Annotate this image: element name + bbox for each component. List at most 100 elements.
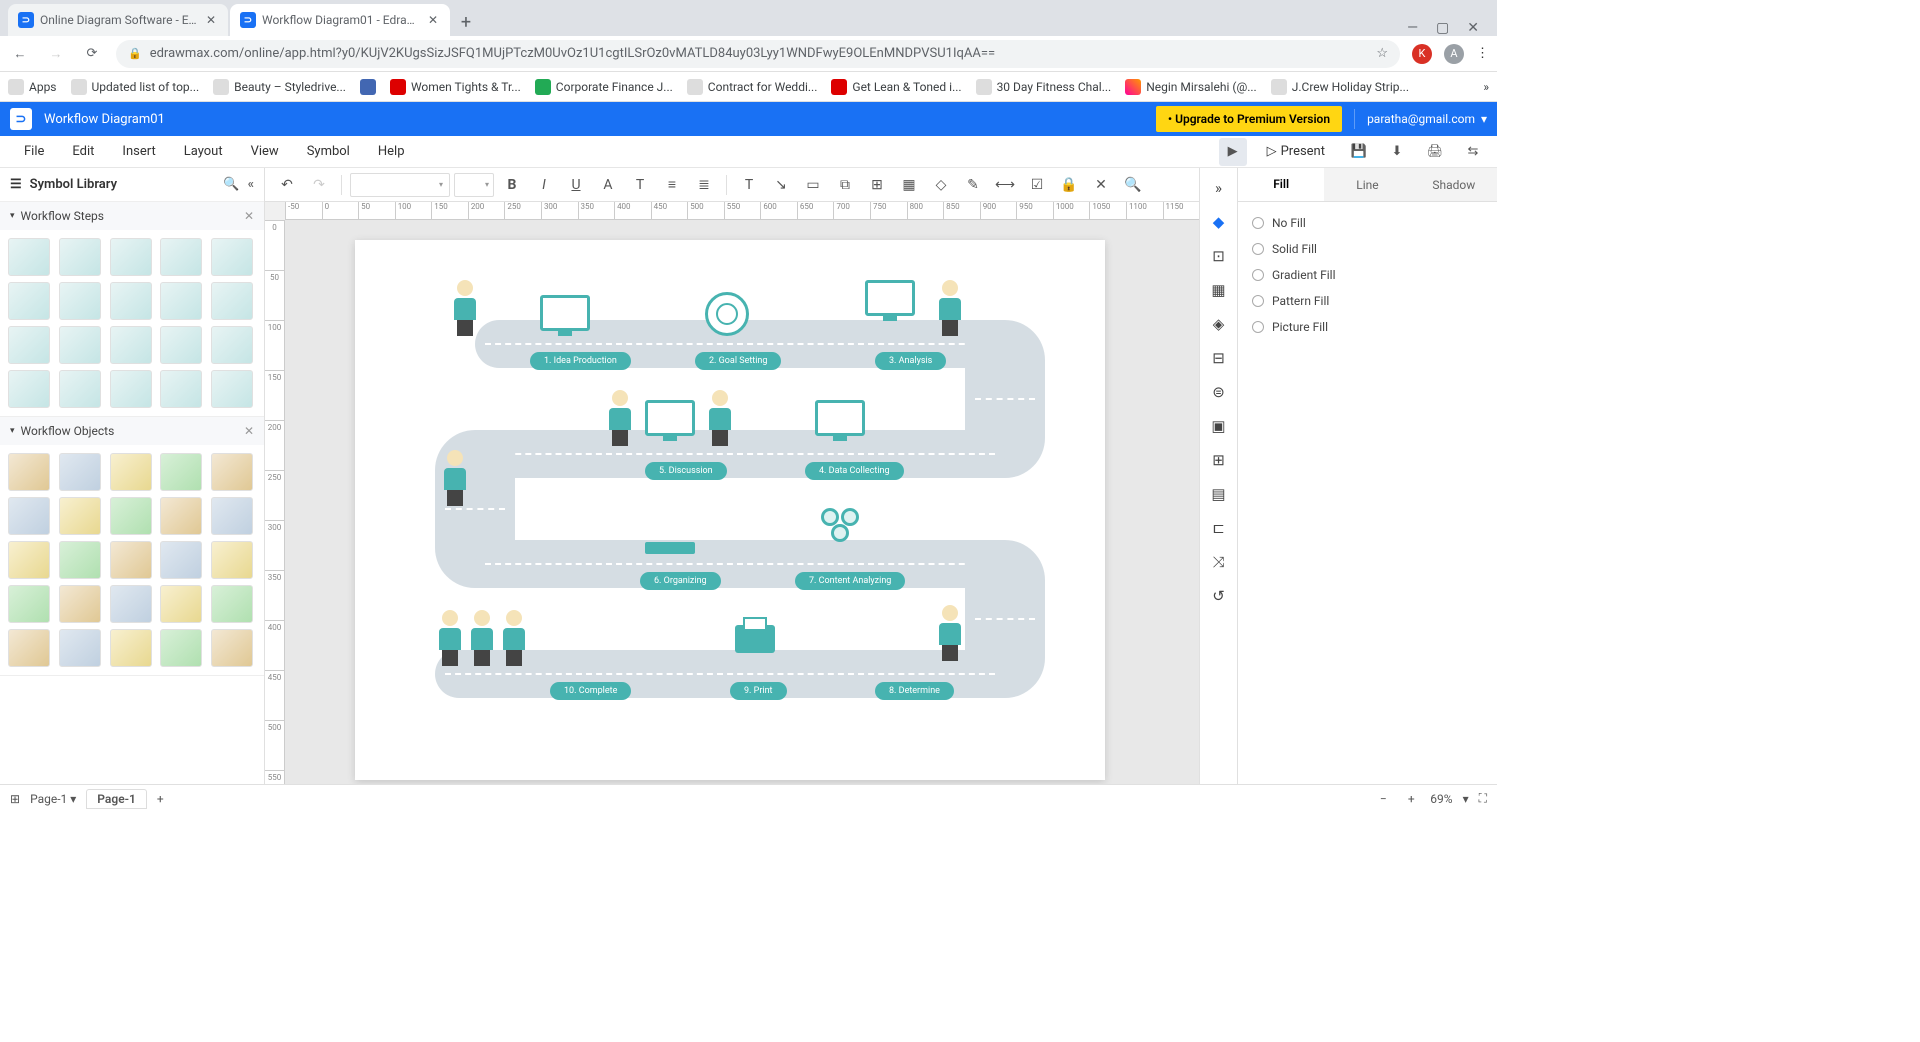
- library-shape[interactable]: [160, 629, 202, 667]
- italic-icon[interactable]: I: [530, 171, 558, 199]
- profile-avatar[interactable]: A: [1444, 44, 1464, 64]
- step-label[interactable]: 7. Content Analyzing: [795, 572, 905, 590]
- line-spacing-icon[interactable]: ≣: [690, 171, 718, 199]
- reload-icon[interactable]: ⟳: [80, 42, 104, 66]
- data-icon[interactable]: ⊜: [1205, 378, 1233, 406]
- checkbox-icon[interactable]: ☑: [1023, 171, 1051, 199]
- library-shape[interactable]: [110, 370, 152, 408]
- history-icon[interactable]: ↺: [1205, 582, 1233, 610]
- library-shape[interactable]: [59, 497, 101, 535]
- fill-icon[interactable]: ◇: [927, 171, 955, 199]
- browser-tab[interactable]: ⊃ Workflow Diagram01 - Edraw M... ✕: [230, 4, 450, 36]
- step-label[interactable]: 9. Print: [730, 682, 787, 700]
- undo-icon[interactable]: ↶: [273, 171, 301, 199]
- menu-symbol[interactable]: Symbol: [293, 144, 364, 159]
- chart-monitor-icon[interactable]: [865, 280, 915, 316]
- tab-fill[interactable]: Fill: [1238, 168, 1324, 201]
- search-icon[interactable]: 🔍: [223, 177, 239, 192]
- road-segment[interactable]: [475, 430, 1005, 478]
- table-icon[interactable]: ▤: [1205, 480, 1233, 508]
- arrow-style-icon[interactable]: ⟷: [991, 171, 1019, 199]
- browser-menu-icon[interactable]: ⋮: [1476, 46, 1489, 61]
- library-shape[interactable]: [8, 453, 50, 491]
- bookmark-item[interactable]: Beauty – Styledrive...: [213, 79, 346, 95]
- page-list-icon[interactable]: ⊞: [10, 792, 20, 806]
- library-shape[interactable]: [160, 238, 202, 276]
- library-shape[interactable]: [59, 541, 101, 579]
- library-section-header[interactable]: ▾ Workflow Steps ✕: [0, 202, 264, 230]
- user-menu[interactable]: paratha@gmail.com▾: [1367, 112, 1487, 126]
- bookmark-star-icon[interactable]: ☆: [1376, 46, 1388, 61]
- person-icon[interactable]: [435, 610, 465, 665]
- step-label[interactable]: 1. Idea Production: [530, 352, 631, 370]
- library-shape[interactable]: [160, 585, 202, 623]
- bookmark-item[interactable]: Corporate Finance J...: [535, 79, 673, 95]
- fill-option-solid[interactable]: Solid Fill: [1252, 242, 1483, 256]
- collapse-sidebar-icon[interactable]: «: [248, 177, 254, 192]
- fill-option-gradient[interactable]: Gradient Fill: [1252, 268, 1483, 282]
- add-page-button[interactable]: +: [157, 792, 164, 806]
- document-title[interactable]: Workflow Diagram01: [44, 112, 165, 127]
- menu-edit[interactable]: Edit: [58, 144, 108, 159]
- tab-line[interactable]: Line: [1324, 168, 1410, 201]
- lock-icon[interactable]: 🔒: [1055, 171, 1083, 199]
- library-shape[interactable]: [8, 238, 50, 276]
- align-icon[interactable]: ⊞: [863, 171, 891, 199]
- step-label[interactable]: 6. Organizing: [640, 572, 721, 590]
- person-icon[interactable]: [705, 390, 735, 445]
- gears-icon[interactable]: [815, 508, 865, 544]
- library-shape[interactable]: [110, 585, 152, 623]
- library-shape[interactable]: [160, 541, 202, 579]
- grid-tool-icon[interactable]: ▦: [1205, 276, 1233, 304]
- library-shape[interactable]: [110, 497, 152, 535]
- menu-layout[interactable]: Layout: [170, 144, 237, 159]
- library-shape[interactable]: [211, 238, 253, 276]
- library-shape[interactable]: [110, 629, 152, 667]
- monitor-icon[interactable]: [540, 295, 590, 331]
- maximize-icon[interactable]: ▢: [1436, 20, 1449, 36]
- bold-icon[interactable]: B: [498, 171, 526, 199]
- underline-icon[interactable]: U: [562, 171, 590, 199]
- library-shape[interactable]: [59, 282, 101, 320]
- image-tool-icon[interactable]: ⊡: [1205, 242, 1233, 270]
- library-shape[interactable]: [59, 370, 101, 408]
- redo-icon[interactable]: ↷: [305, 171, 333, 199]
- align-left-icon[interactable]: ≡: [658, 171, 686, 199]
- library-shape[interactable]: [110, 282, 152, 320]
- library-shape[interactable]: [110, 541, 152, 579]
- bookmark-item[interactable]: Contract for Weddi...: [687, 79, 818, 95]
- fill-option-picture[interactable]: Picture Fill: [1252, 320, 1483, 334]
- shuffle-icon[interactable]: ⤨: [1205, 548, 1233, 576]
- library-shape[interactable]: [8, 497, 50, 535]
- library-shape[interactable]: [59, 585, 101, 623]
- bookmark-item[interactable]: Women Tights & Tr...: [390, 79, 521, 95]
- step-label[interactable]: 4. Data Collecting: [805, 462, 904, 480]
- picture-icon[interactable]: ▣: [1205, 412, 1233, 440]
- library-shape[interactable]: [59, 238, 101, 276]
- print-icon[interactable]: 🖨: [1421, 138, 1449, 166]
- ruler-icon[interactable]: ⊏: [1205, 514, 1233, 542]
- save-icon[interactable]: 💾: [1345, 138, 1373, 166]
- printer-icon[interactable]: [735, 625, 775, 653]
- expand-panel-icon[interactable]: »: [1205, 174, 1233, 202]
- library-shape[interactable]: [211, 326, 253, 364]
- text-box-icon[interactable]: T: [735, 171, 763, 199]
- library-section-header[interactable]: ▾ Workflow Objects ✕: [0, 417, 264, 445]
- font-color-icon[interactable]: A: [594, 171, 622, 199]
- connector-icon[interactable]: ↘: [767, 171, 795, 199]
- library-shape[interactable]: [8, 326, 50, 364]
- font-family-select[interactable]: ▾: [350, 173, 450, 197]
- monitor-icon[interactable]: [815, 400, 865, 436]
- zoom-in-button[interactable]: +: [1402, 792, 1420, 806]
- library-shape[interactable]: [160, 326, 202, 364]
- canvas-background[interactable]: 1. Idea Production 2. Goal Setting 3. An…: [285, 220, 1199, 784]
- library-shape[interactable]: [59, 453, 101, 491]
- library-shape[interactable]: [211, 453, 253, 491]
- menu-view[interactable]: View: [237, 144, 293, 159]
- library-shape[interactable]: [8, 282, 50, 320]
- library-shape[interactable]: [211, 629, 253, 667]
- bookmarks-overflow-icon[interactable]: »: [1483, 80, 1489, 94]
- page-select[interactable]: Page-1 ▾: [30, 792, 76, 806]
- forward-icon[interactable]: →: [44, 42, 68, 66]
- person-icon[interactable]: [935, 280, 965, 335]
